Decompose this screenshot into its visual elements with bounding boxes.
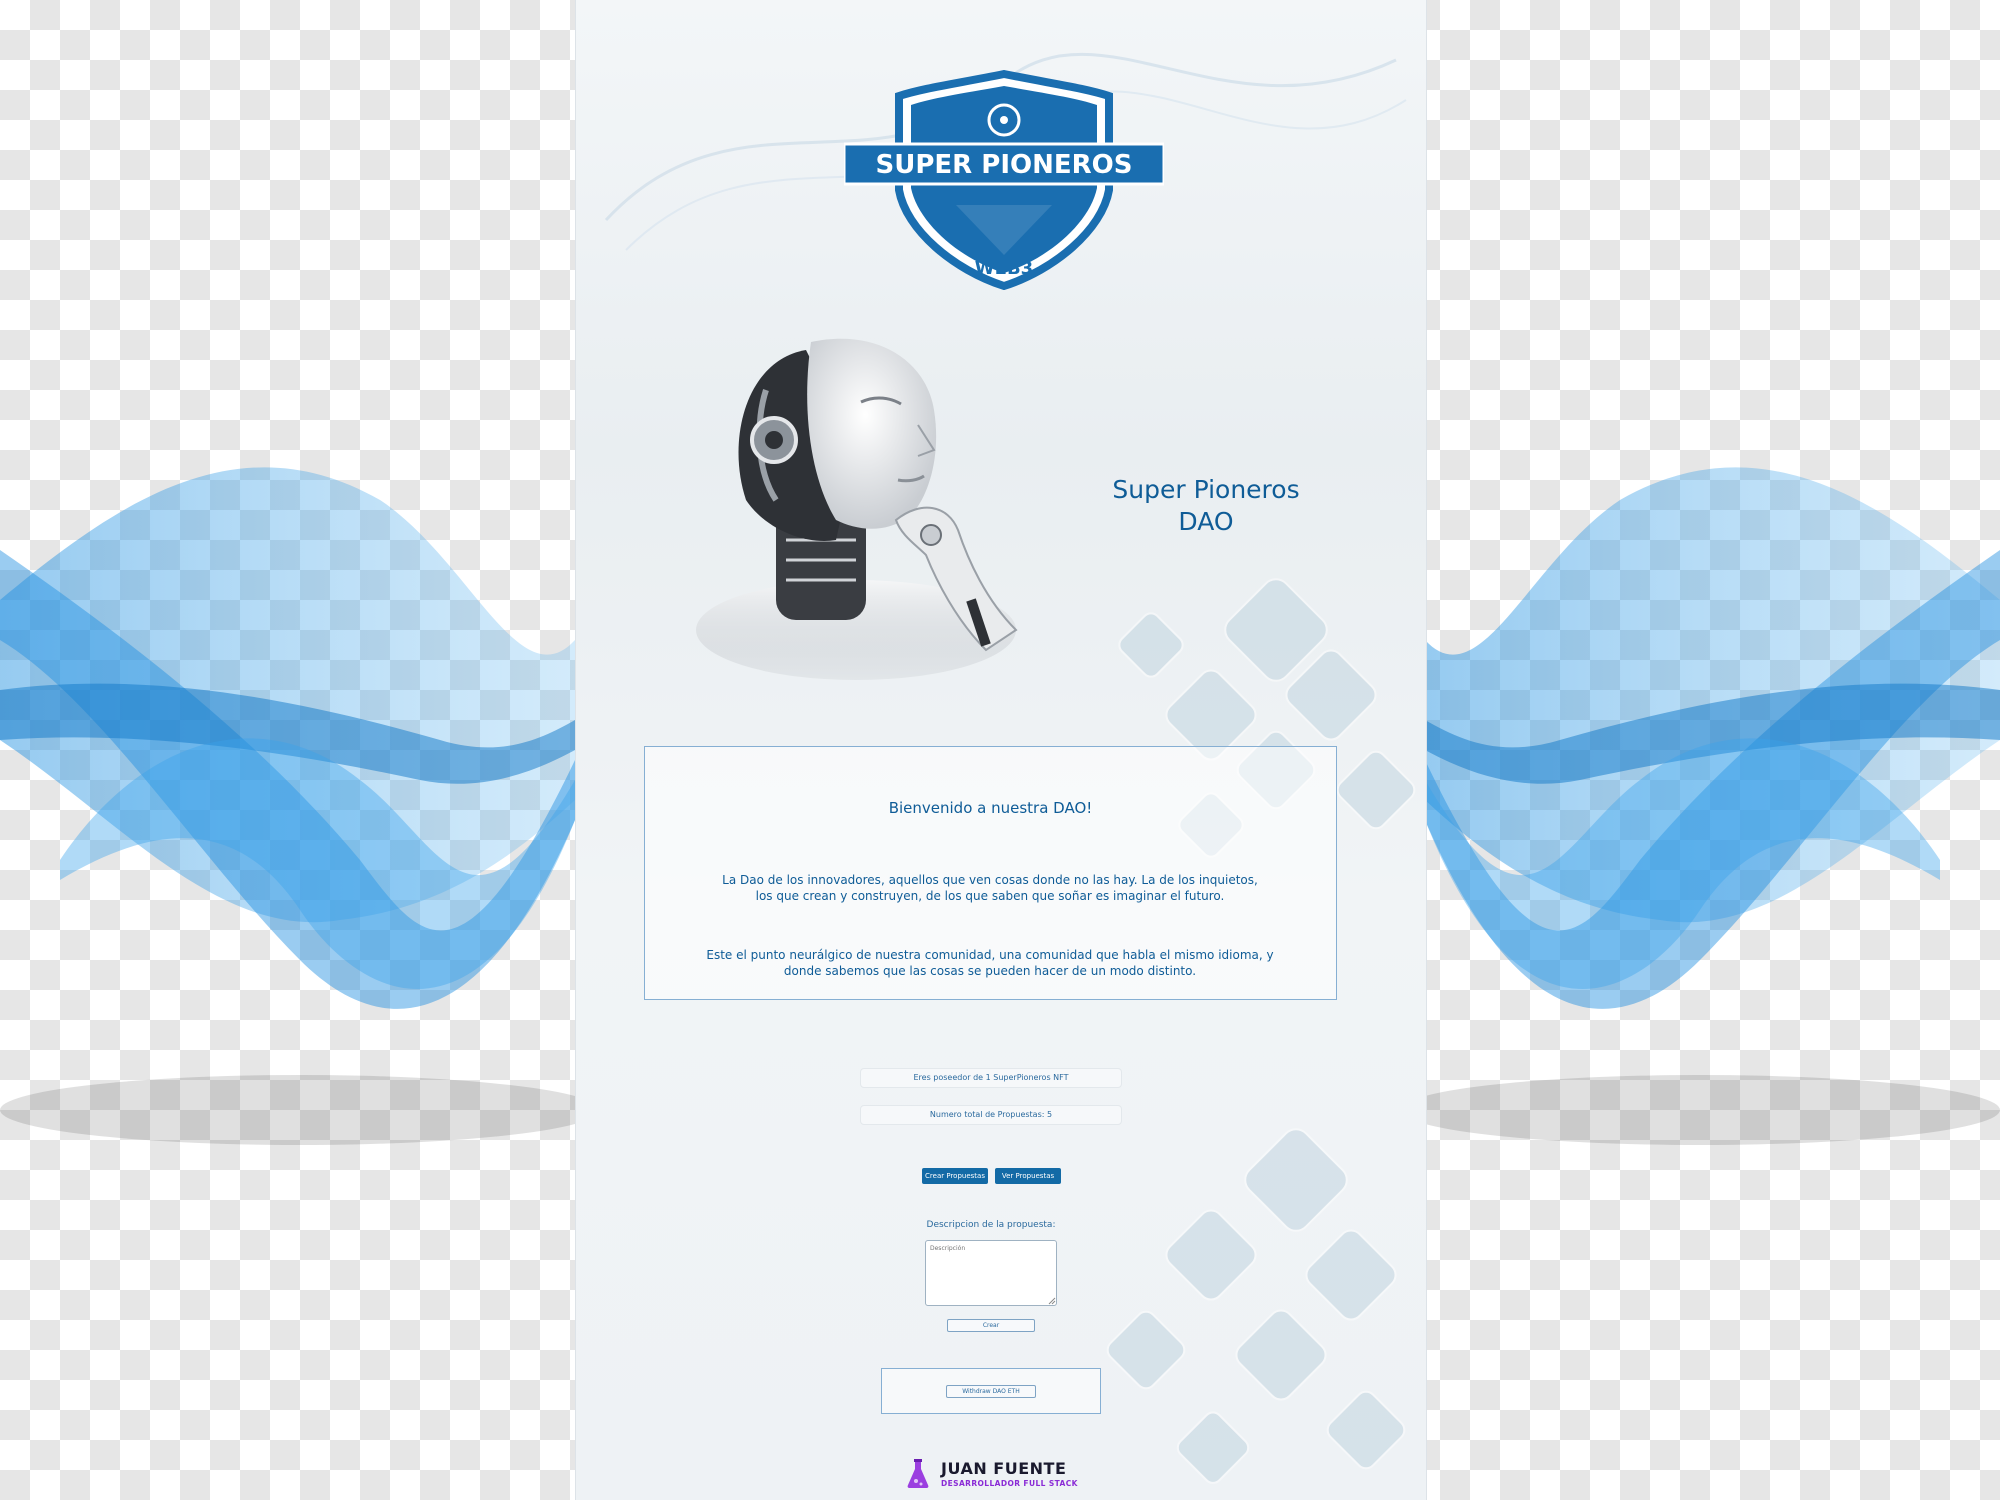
welcome-card: Bienvenido a nuestra DAO! La Dao de los …: [644, 746, 1337, 1000]
thinking-robot-image: [696, 338, 1018, 680]
developer-role: DESARROLLADOR FULL STACK: [941, 1479, 1078, 1488]
view-proposals-button[interactable]: Ver Propuestas: [995, 1168, 1061, 1184]
resize-grip-icon[interactable]: [1048, 1297, 1056, 1305]
squares-decoration-bottom: [1106, 1128, 1406, 1484]
dao-title-line1: Super Pioneros: [1112, 475, 1300, 504]
left-wave-decoration: [0, 467, 575, 1145]
developer-signature: JUAN FUENTE DESARROLLADOR FULL STACK: [906, 1455, 1086, 1495]
welcome-paragraph-2-line2: donde sabemos que las cosas se pueden ha…: [783, 964, 1197, 978]
logo-subtitle: WEB3: [974, 258, 1034, 279]
welcome-paragraph-2: Este el punto neurálgico de nuestra comu…: [665, 947, 1315, 979]
proposals-count-status: Numero total de Propuestas: 5: [860, 1105, 1122, 1125]
submit-proposal-button[interactable]: Crear: [947, 1319, 1035, 1332]
welcome-heading: Bienvenido a nuestra DAO!: [888, 799, 1093, 817]
welcome-paragraph-1-line2: los que crean y construyen, de los que s…: [755, 889, 1225, 903]
nft-owner-status: Eres poseedor de 1 SuperPioneros NFT: [860, 1068, 1122, 1088]
welcome-paragraph-1: La Dao de los innovadores, aquellos que …: [665, 872, 1315, 904]
developer-name: JUAN FUENTE: [941, 1459, 1067, 1478]
right-wave-decoration: [1425, 467, 2000, 1145]
withdraw-dao-eth-button[interactable]: Withdraw DAO ETH: [946, 1385, 1036, 1398]
proposal-description-label: Descripcion de la propuesta:: [926, 1220, 1056, 1230]
dao-title: Super Pioneros DAO: [1086, 474, 1326, 538]
proposal-description-input[interactable]: [925, 1240, 1057, 1306]
logo-brand-text: SUPER PIONEROS: [876, 150, 1133, 180]
welcome-paragraph-1-line1: La Dao de los innovadores, aquellos que …: [722, 873, 1258, 887]
super-pioneros-logo: SUPER PIONEROS: [844, 70, 1164, 290]
create-proposals-button[interactable]: Crear Propuestas: [922, 1168, 988, 1184]
welcome-paragraph-2-line1: Este el punto neurálgico de nuestra comu…: [706, 948, 1274, 962]
main-panel: SUPER PIONEROS WEB3 Super Pioneros DAO B…: [575, 0, 1427, 1500]
dao-title-line2: DAO: [1178, 507, 1234, 536]
flask-icon: [907, 1459, 929, 1488]
